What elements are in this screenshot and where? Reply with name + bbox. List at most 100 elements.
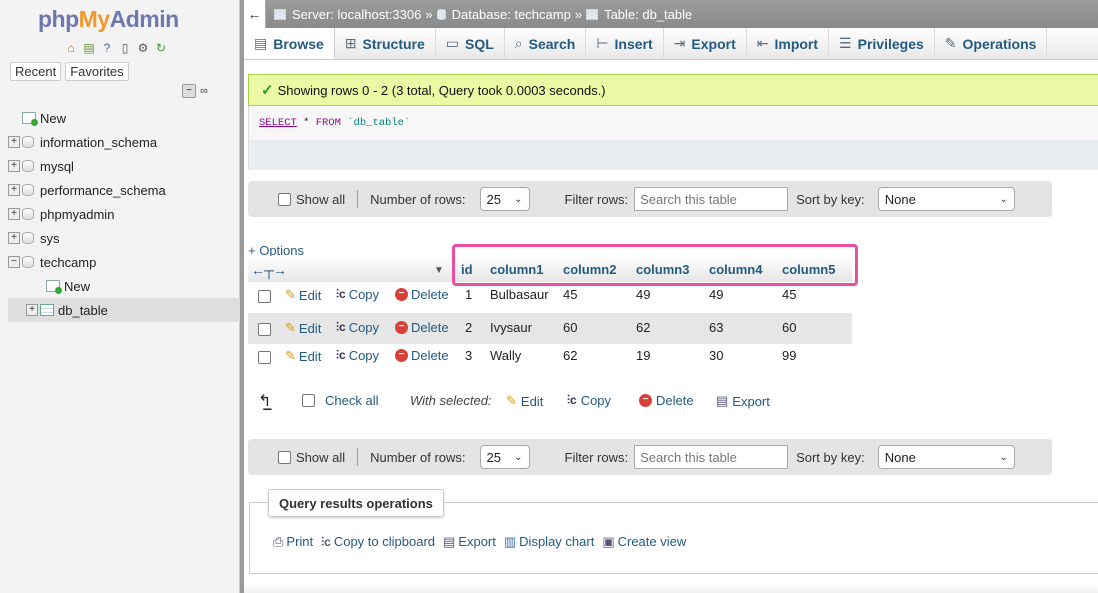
tab-operations[interactable]: ✎ Operations: [935, 28, 1048, 59]
export-icon: ▤: [716, 393, 729, 408]
sql-identifier: `db_table`: [340, 117, 411, 129]
edit-button[interactable]: ✎ Edit: [285, 348, 321, 364]
bulk-edit-button[interactable]: ✎ Edit: [506, 393, 543, 409]
show-all-checkbox[interactable]: [278, 192, 291, 206]
tree-item-label: information_schema: [40, 134, 158, 150]
breadcrumb-table[interactable]: Table: db_table: [604, 7, 692, 22]
expand-icon[interactable]: +: [26, 304, 38, 316]
sql-keyword[interactable]: SELECT: [259, 117, 297, 129]
tab-sql[interactable]: ▭ SQL: [436, 28, 505, 59]
cell-column4[interactable]: 49: [709, 287, 723, 302]
tree-item-label: performance_schema: [40, 182, 166, 198]
cell-id[interactable]: 1: [465, 287, 472, 302]
collapse-all-icon[interactable]: −: [182, 84, 196, 98]
cell-column5[interactable]: 99: [782, 348, 796, 363]
settings-icon[interactable]: ⚙: [135, 40, 151, 56]
cell-column1[interactable]: Bulbasaur: [490, 287, 549, 302]
exit-icon[interactable]: ▤: [81, 40, 97, 56]
delete-button[interactable]: − Delete: [395, 287, 449, 302]
copy-button[interactable]: ⫶c Copy: [336, 348, 379, 363]
copy-to-clipboard-link[interactable]: ⫶c Copy to clipboard: [321, 534, 435, 550]
tree-item-techcamp[interactable]: − techcamp: [8, 250, 240, 274]
show-all-checkbox[interactable]: [278, 450, 291, 464]
edit-button[interactable]: ✎ Edit: [285, 320, 321, 336]
sort-key-select[interactable]: None ⌄: [877, 187, 1015, 211]
tree-item-new[interactable]: New: [8, 106, 240, 130]
tab-structure[interactable]: ⊞ Structure: [335, 28, 436, 59]
collapse-icon[interactable]: −: [8, 256, 20, 268]
expand-icon[interactable]: +: [8, 160, 20, 172]
cell-column3[interactable]: 49: [636, 287, 650, 302]
check-all-label[interactable]: Check all: [325, 393, 378, 408]
delete-button[interactable]: − Delete: [395, 320, 449, 335]
cell-column5[interactable]: 60: [782, 320, 796, 335]
cell-column4[interactable]: 63: [709, 320, 723, 335]
delete-icon: −: [395, 349, 408, 362]
cell-column2[interactable]: 62: [563, 348, 577, 363]
copy-button[interactable]: ⫶c Copy: [336, 320, 379, 335]
cell-column4[interactable]: 30: [709, 348, 723, 363]
link-icon[interactable]: ∞: [200, 84, 214, 98]
cell-column2[interactable]: 60: [563, 320, 577, 335]
row-checkbox[interactable]: [258, 290, 271, 303]
rows-select[interactable]: 25 ⌄: [479, 445, 530, 469]
cell-column3[interactable]: 19: [636, 348, 650, 363]
tree-item-mysql[interactable]: + mysql: [8, 154, 240, 178]
sort-key-select[interactable]: None ⌄: [877, 445, 1015, 469]
tree-item-sys[interactable]: + sys: [8, 226, 240, 250]
tree-item-phpmyadmin[interactable]: + phpmyadmin: [8, 202, 240, 226]
cell-id[interactable]: 3: [465, 348, 472, 363]
tree-item-techcamp-new[interactable]: New: [8, 274, 240, 298]
column-arrows-icon[interactable]: ←┬→: [251, 262, 287, 278]
cell-column1[interactable]: Wally: [490, 348, 521, 363]
panel-resizer[interactable]: [240, 0, 244, 593]
recent-tab[interactable]: Recent: [10, 62, 62, 81]
reload-icon[interactable]: ↻: [153, 40, 169, 56]
row-checkbox[interactable]: [258, 351, 271, 364]
filter-rows-input[interactable]: Search this table: [634, 187, 789, 211]
copy-button[interactable]: ⫶c Copy: [336, 287, 379, 302]
tab-export[interactable]: ⇥ Export: [664, 28, 747, 59]
bulk-export-button[interactable]: ▤ Export: [716, 393, 770, 409]
display-chart-link[interactable]: ▥ Display chart: [504, 534, 594, 550]
expand-icon[interactable]: +: [8, 184, 20, 196]
cell-column5[interactable]: 45: [782, 287, 796, 302]
tab-insert[interactable]: ⊢ Insert: [586, 28, 664, 59]
tree-item-performance-schema[interactable]: + performance_schema: [8, 178, 240, 202]
export-link[interactable]: ▤ Export: [443, 534, 496, 550]
cell-column2[interactable]: 45: [563, 287, 577, 302]
bulk-delete-button[interactable]: − Delete: [639, 393, 694, 408]
delete-button[interactable]: − Delete: [395, 348, 449, 363]
favorites-tab[interactable]: Favorites: [65, 62, 129, 81]
filter-rows-input[interactable]: Search this table: [634, 445, 789, 469]
phpmyadmin-logo[interactable]: phpMyAdmin: [38, 6, 179, 33]
expand-icon[interactable]: +: [8, 136, 20, 148]
print-link[interactable]: ⎙ Print: [273, 534, 313, 550]
expand-icon[interactable]: +: [8, 232, 20, 244]
tree-item-db-table[interactable]: + db_table: [8, 298, 240, 322]
tab-browse[interactable]: ▤ Browse: [244, 28, 335, 59]
tree-item-information-schema[interactable]: + information_schema: [8, 130, 240, 154]
tab-import[interactable]: ⇤ Import: [747, 28, 830, 59]
edit-button[interactable]: ✎ Edit: [285, 287, 321, 303]
tab-privileges[interactable]: ☰ Privileges: [829, 28, 935, 59]
breadcrumb-database[interactable]: Database: techcamp: [452, 7, 571, 22]
docs-icon[interactable]: ▯: [117, 40, 133, 56]
create-view-link[interactable]: ▣ Create view: [602, 534, 686, 550]
cell-id[interactable]: 2: [465, 320, 472, 335]
tab-search[interactable]: ⌕ Search: [505, 28, 587, 59]
rows-select[interactable]: 25 ⌄: [479, 187, 530, 211]
home-icon[interactable]: ⌂: [63, 40, 79, 56]
sort-dropdown-icon[interactable]: ▼: [434, 265, 444, 276]
bulk-copy-button[interactable]: ⫶c Copy: [567, 393, 611, 408]
copy-icon: ⫶c: [567, 393, 577, 407]
row-checkbox[interactable]: [258, 323, 271, 336]
check-all-checkbox[interactable]: [302, 394, 315, 407]
back-arrow-icon[interactable]: ←: [244, 0, 266, 28]
cell-column1[interactable]: Ivysaur: [490, 320, 532, 335]
breadcrumb-server[interactable]: Server: localhost:3306: [292, 7, 421, 22]
sql-query[interactable]: SELECT * FROM `db_table`: [259, 117, 410, 129]
cell-column3[interactable]: 62: [636, 320, 650, 335]
expand-icon[interactable]: +: [8, 208, 20, 220]
help-icon[interactable]: ?: [99, 40, 115, 56]
